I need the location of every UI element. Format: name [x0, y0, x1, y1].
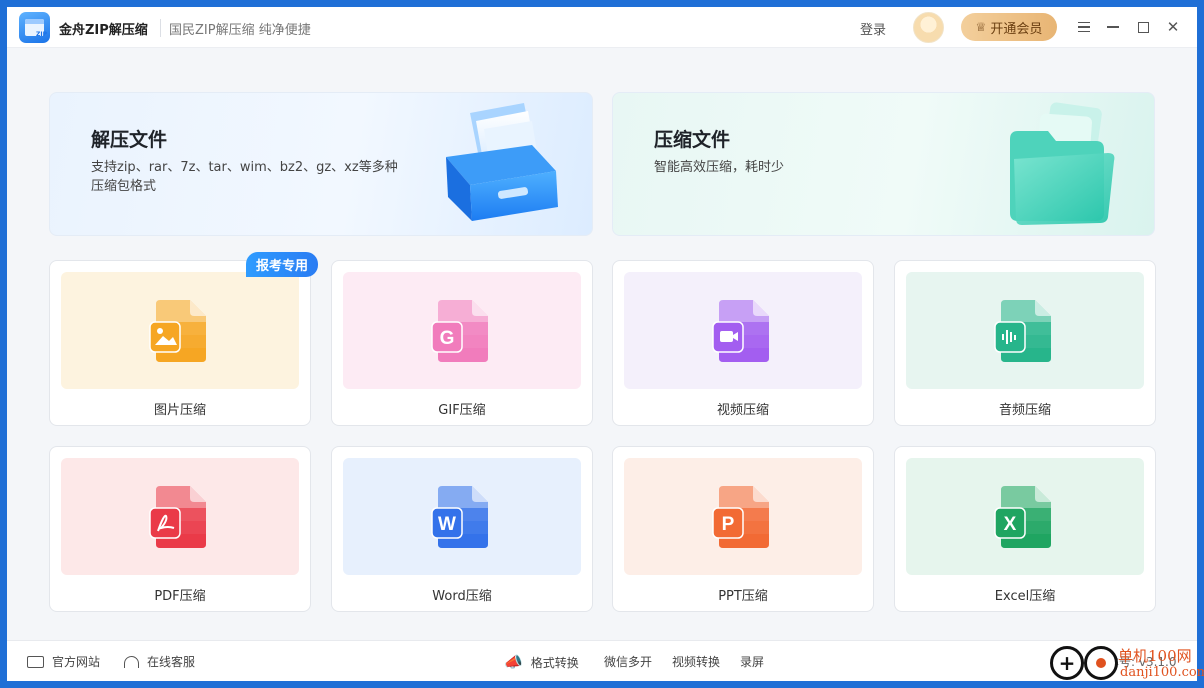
card-icon-area: X — [906, 458, 1144, 575]
extract-files-card[interactable]: 解压文件 支持zip、rar、7z、tar、wim、bz2、gz、xz等多种压缩… — [49, 92, 593, 236]
watermark-plus-icon: + — [1050, 646, 1084, 680]
extract-desc: 支持zip、rar、7z、tar、wim、bz2、gz、xz等多种压缩包格式 — [91, 160, 398, 194]
online-support-label: 在线客服 — [147, 655, 196, 669]
compress-desc: 智能高效压缩，耗时少 — [654, 160, 785, 175]
monitor-icon — [27, 655, 44, 668]
screen-record-link[interactable]: 录屏 — [740, 653, 764, 670]
site-watermark: + 单机100网 danji100.com — [1050, 640, 1204, 686]
card-icon-area: P — [624, 458, 862, 575]
extract-title: 解压文件 — [91, 129, 168, 151]
official-website-link[interactable]: 官方网站 — [27, 653, 100, 670]
gif-compress-card[interactable]: G GIF压缩 — [331, 260, 593, 426]
title-bar: ZIP 金舟ZIP解压缩 国民ZIP解压缩 纯净便捷 登录 ♕ 开通会员 ✕ — [7, 7, 1197, 48]
card-label: Word压缩 — [432, 589, 492, 604]
login-link[interactable]: 登录 — [860, 19, 886, 38]
video-file-icon — [712, 299, 769, 362]
ppt-file-icon: P — [712, 485, 769, 548]
megaphone-icon: 📣 — [504, 653, 523, 671]
video-compress-card[interactable]: 视频压缩 — [612, 260, 874, 426]
pdf-compress-card[interactable]: PDF压缩 — [49, 446, 311, 612]
menu-icon[interactable] — [1073, 16, 1095, 38]
folder-icon — [1010, 102, 1115, 225]
wechat-multi-label: 微信多开 — [604, 655, 653, 669]
audio-file-icon — [994, 299, 1051, 362]
video-convert-link[interactable]: 视频转换 — [672, 653, 720, 670]
image-compress-card[interactable]: 图片压缩 — [49, 260, 311, 426]
open-vip-label: 开通会员 — [990, 21, 1043, 37]
card-label: 视频压缩 — [716, 403, 769, 418]
minimize-icon[interactable] — [1102, 16, 1124, 38]
video-convert-label: 视频转换 — [672, 655, 721, 669]
footer-bar: 官方网站 在线客服 📣 格式转换 微信多开 视频转换 录屏 本号: v3.1.0 — [7, 640, 1197, 681]
card-label: GIF压缩 — [438, 403, 486, 418]
screen-record-label: 录屏 — [740, 655, 765, 669]
open-vip-button[interactable]: ♕ 开通会员 — [961, 13, 1057, 41]
card-label: Excel压缩 — [994, 589, 1056, 604]
card-label: PDF压缩 — [154, 589, 206, 604]
crown-icon: ♕ — [975, 20, 987, 34]
gif-file-icon: G — [431, 299, 488, 362]
card-icon-area: G — [343, 272, 581, 389]
excel-file-icon: X — [994, 485, 1051, 548]
svg-text:P: P — [722, 514, 735, 535]
card-label: 音频压缩 — [998, 403, 1051, 418]
user-avatar[interactable] — [913, 12, 944, 43]
app-logo-icon: ZIP — [19, 12, 50, 43]
format-convert-label: 格式转换 — [530, 655, 579, 670]
maximize-icon[interactable] — [1132, 16, 1154, 38]
card-icon-area: W — [343, 458, 581, 575]
watermark-line2: danji100.com — [1120, 665, 1204, 680]
app-name: 金舟ZIP解压缩 — [59, 23, 148, 38]
headset-icon — [124, 655, 139, 668]
app-slogan: 国民ZIP解压缩 纯净便捷 — [169, 23, 311, 38]
app-logo-text: ZIP — [36, 31, 47, 38]
watermark-line1: 单机100网 — [1118, 647, 1192, 665]
ppt-compress-card[interactable]: P PPT压缩 — [612, 446, 874, 612]
svg-text:W: W — [438, 514, 456, 535]
pdf-file-icon — [149, 485, 206, 548]
word-file-icon: W — [431, 485, 488, 548]
card-icon-area — [624, 272, 862, 389]
exam-badge: 报考专用 — [246, 252, 318, 277]
format-convert-link[interactable]: 📣 格式转换 — [504, 653, 579, 671]
excel-compress-card[interactable]: X Excel压缩 — [894, 446, 1156, 612]
card-label: 图片压缩 — [153, 403, 206, 418]
watermark-dot-icon — [1084, 646, 1118, 680]
word-compress-card[interactable]: W Word压缩 — [331, 446, 593, 612]
svg-text:G: G — [440, 328, 455, 349]
official-website-label: 官方网站 — [52, 655, 101, 669]
title-divider — [160, 19, 161, 37]
image-file-icon — [149, 299, 206, 362]
svg-text:X: X — [1004, 514, 1017, 535]
card-icon-area — [906, 272, 1144, 389]
wechat-multi-link[interactable]: 微信多开 — [604, 653, 652, 670]
compress-title: 压缩文件 — [654, 129, 731, 151]
card-label: PPT压缩 — [718, 589, 768, 604]
audio-compress-card[interactable]: 音频压缩 — [894, 260, 1156, 426]
online-support-link[interactable]: 在线客服 — [124, 653, 195, 670]
file-drawer-icon — [446, 103, 558, 221]
app-window: ZIP 金舟ZIP解压缩 国民ZIP解压缩 纯净便捷 登录 ♕ 开通会员 ✕ 解… — [7, 7, 1197, 681]
close-icon[interactable]: ✕ — [1162, 16, 1184, 38]
compress-files-card[interactable]: 压缩文件 智能高效压缩，耗时少 — [612, 92, 1155, 236]
card-icon-area — [61, 272, 299, 389]
card-icon-area — [61, 458, 299, 575]
